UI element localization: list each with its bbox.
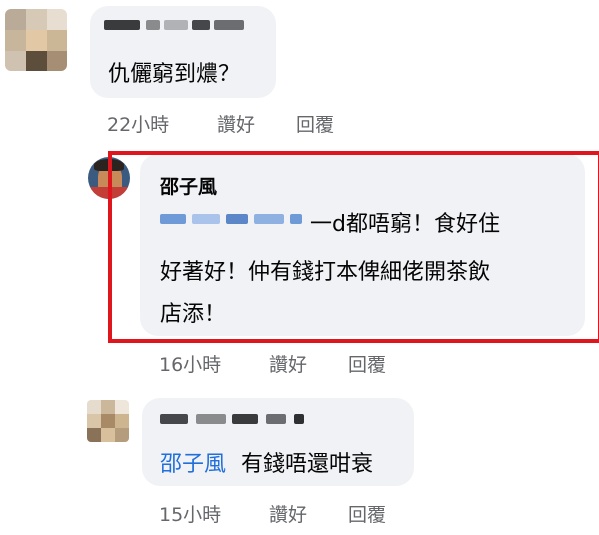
comment-bubble: 邵子風 有錢唔還咁衰 (142, 398, 414, 486)
avatar[interactable] (5, 9, 67, 71)
comment-bubble: 仇儷窮到燶？ (90, 6, 276, 98)
comment-time[interactable]: 15小時 (159, 500, 221, 527)
reply-button[interactable]: 回覆 (296, 110, 334, 137)
reply-button[interactable]: 回覆 (348, 500, 386, 527)
reply-button[interactable]: 回覆 (348, 350, 386, 377)
like-button[interactable]: 讚好 (269, 500, 307, 527)
mention-link[interactable]: 邵子風 (160, 452, 226, 477)
like-button[interactable]: 讚好 (269, 350, 307, 377)
comment-text: 仇儷窮到燶？ (108, 62, 241, 87)
comment-time[interactable]: 22小時 (107, 110, 169, 137)
comment-text: 邵子風 有錢唔還咁衰 (160, 446, 373, 478)
avatar[interactable] (87, 400, 129, 442)
comment-body: 有錢唔還咁衰 (241, 452, 374, 477)
comment-time[interactable]: 16小時 (159, 350, 221, 377)
highlight-box (108, 151, 599, 343)
like-button[interactable]: 讚好 (217, 110, 255, 137)
